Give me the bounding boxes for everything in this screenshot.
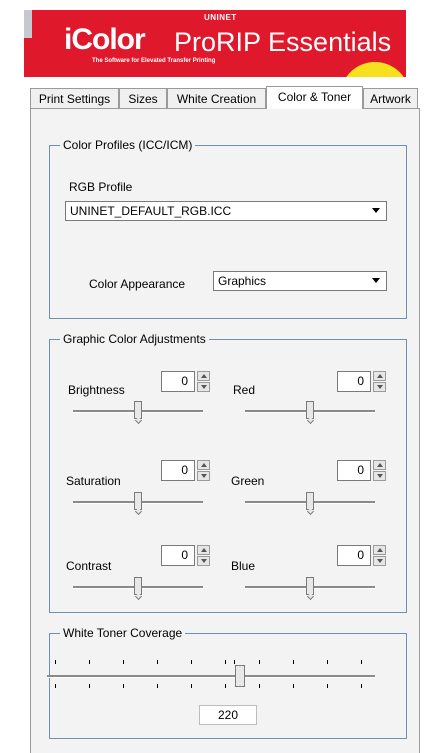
tab-white-creation[interactable]: White Creation xyxy=(167,88,266,108)
slider-thumb[interactable] xyxy=(306,577,314,595)
blue-label: Blue xyxy=(231,559,256,573)
slider-thumb[interactable] xyxy=(134,492,142,510)
tab-bar: Print Settings Sizes White Creation Colo… xyxy=(30,86,430,109)
spin-up-icon[interactable] xyxy=(373,371,386,381)
red-slider[interactable] xyxy=(237,399,383,423)
spin-down-icon[interactable] xyxy=(197,471,210,481)
brightness-slider[interactable] xyxy=(65,399,211,423)
color-adjustments-title: Graphic Color Adjustments xyxy=(60,332,209,346)
spin-up-icon[interactable] xyxy=(373,460,386,470)
tab-sizes[interactable]: Sizes xyxy=(119,88,167,108)
spin-down-icon[interactable] xyxy=(197,556,210,566)
color-appearance-select[interactable]: Graphics xyxy=(213,271,387,291)
color-appearance-value: Graphics xyxy=(218,274,267,288)
brightness-spinbox[interactable]: 0 xyxy=(161,371,211,392)
contrast-label: Contrast xyxy=(66,559,112,573)
green-value[interactable]: 0 xyxy=(337,460,371,481)
spin-up-icon[interactable] xyxy=(197,371,210,381)
saturation-slider[interactable] xyxy=(65,490,211,514)
slider-thumb[interactable] xyxy=(134,577,142,595)
tab-print-settings[interactable]: Print Settings xyxy=(30,88,119,108)
brightness-label: Brightness xyxy=(68,383,125,397)
rgb-profile-select[interactable]: UNINET_DEFAULT_RGB.ICC xyxy=(65,201,387,221)
spin-down-icon[interactable] xyxy=(197,382,210,392)
brand-company: UNINET xyxy=(204,13,237,22)
saturation-spinbox[interactable]: 0 xyxy=(161,460,211,481)
contrast-spinbox[interactable]: 0 xyxy=(161,545,211,566)
saturation-value[interactable]: 0 xyxy=(161,460,195,481)
blue-slider[interactable] xyxy=(237,575,383,599)
spin-down-icon[interactable] xyxy=(373,471,386,481)
green-label: Green xyxy=(231,474,265,488)
spin-down-icon[interactable] xyxy=(373,382,386,392)
white-toner-value[interactable]: 220 xyxy=(199,705,257,725)
tab-color-toner[interactable]: Color & Toner xyxy=(266,86,363,109)
product-name: ProRIP Essentials xyxy=(174,27,392,57)
slider-thumb[interactable] xyxy=(306,492,314,510)
brightness-value[interactable]: 0 xyxy=(161,371,195,392)
green-slider[interactable] xyxy=(237,490,383,514)
slider-thumb[interactable] xyxy=(235,665,245,687)
dropdown-arrow-icon xyxy=(372,208,380,213)
rgb-profile-label: RGB Profile xyxy=(69,180,133,194)
spin-up-icon[interactable] xyxy=(373,545,386,555)
white-toner-slider[interactable] xyxy=(43,650,379,692)
slider-thumb[interactable] xyxy=(306,401,314,419)
saturation-label: Saturation xyxy=(66,474,121,488)
contrast-value[interactable]: 0 xyxy=(161,545,195,566)
red-value[interactable]: 0 xyxy=(337,371,371,392)
spin-up-icon[interactable] xyxy=(197,545,210,555)
color-profiles-group: Color Profiles (ICC/ICM) xyxy=(49,138,407,319)
brand-logo: iColor xyxy=(64,23,146,56)
spin-up-icon[interactable] xyxy=(197,460,210,470)
product-banner: UNINET iColor ProRIP Essentials The Soft… xyxy=(24,10,406,77)
blue-spinbox[interactable]: 0 xyxy=(337,545,387,566)
red-spinbox[interactable]: 0 xyxy=(337,371,387,392)
banner-accent-shape xyxy=(340,62,406,77)
tab-artwork[interactable]: Artwork xyxy=(363,88,418,108)
banner-stripe xyxy=(24,10,32,38)
blue-value[interactable]: 0 xyxy=(337,545,371,566)
dropdown-arrow-icon xyxy=(372,278,380,283)
green-spinbox[interactable]: 0 xyxy=(337,460,387,481)
red-label: Red xyxy=(233,383,256,397)
white-toner-title: White Toner Coverage xyxy=(60,626,186,640)
spin-down-icon[interactable] xyxy=(373,556,386,566)
brand-tagline: The Software for Elevated Transfer Print… xyxy=(92,58,216,64)
color-appearance-label: Color Appearance xyxy=(89,277,186,291)
contrast-slider[interactable] xyxy=(65,575,211,599)
color-profiles-title: Color Profiles (ICC/ICM) xyxy=(60,138,196,152)
slider-thumb[interactable] xyxy=(134,401,142,419)
rgb-profile-value: UNINET_DEFAULT_RGB.ICC xyxy=(70,204,232,218)
